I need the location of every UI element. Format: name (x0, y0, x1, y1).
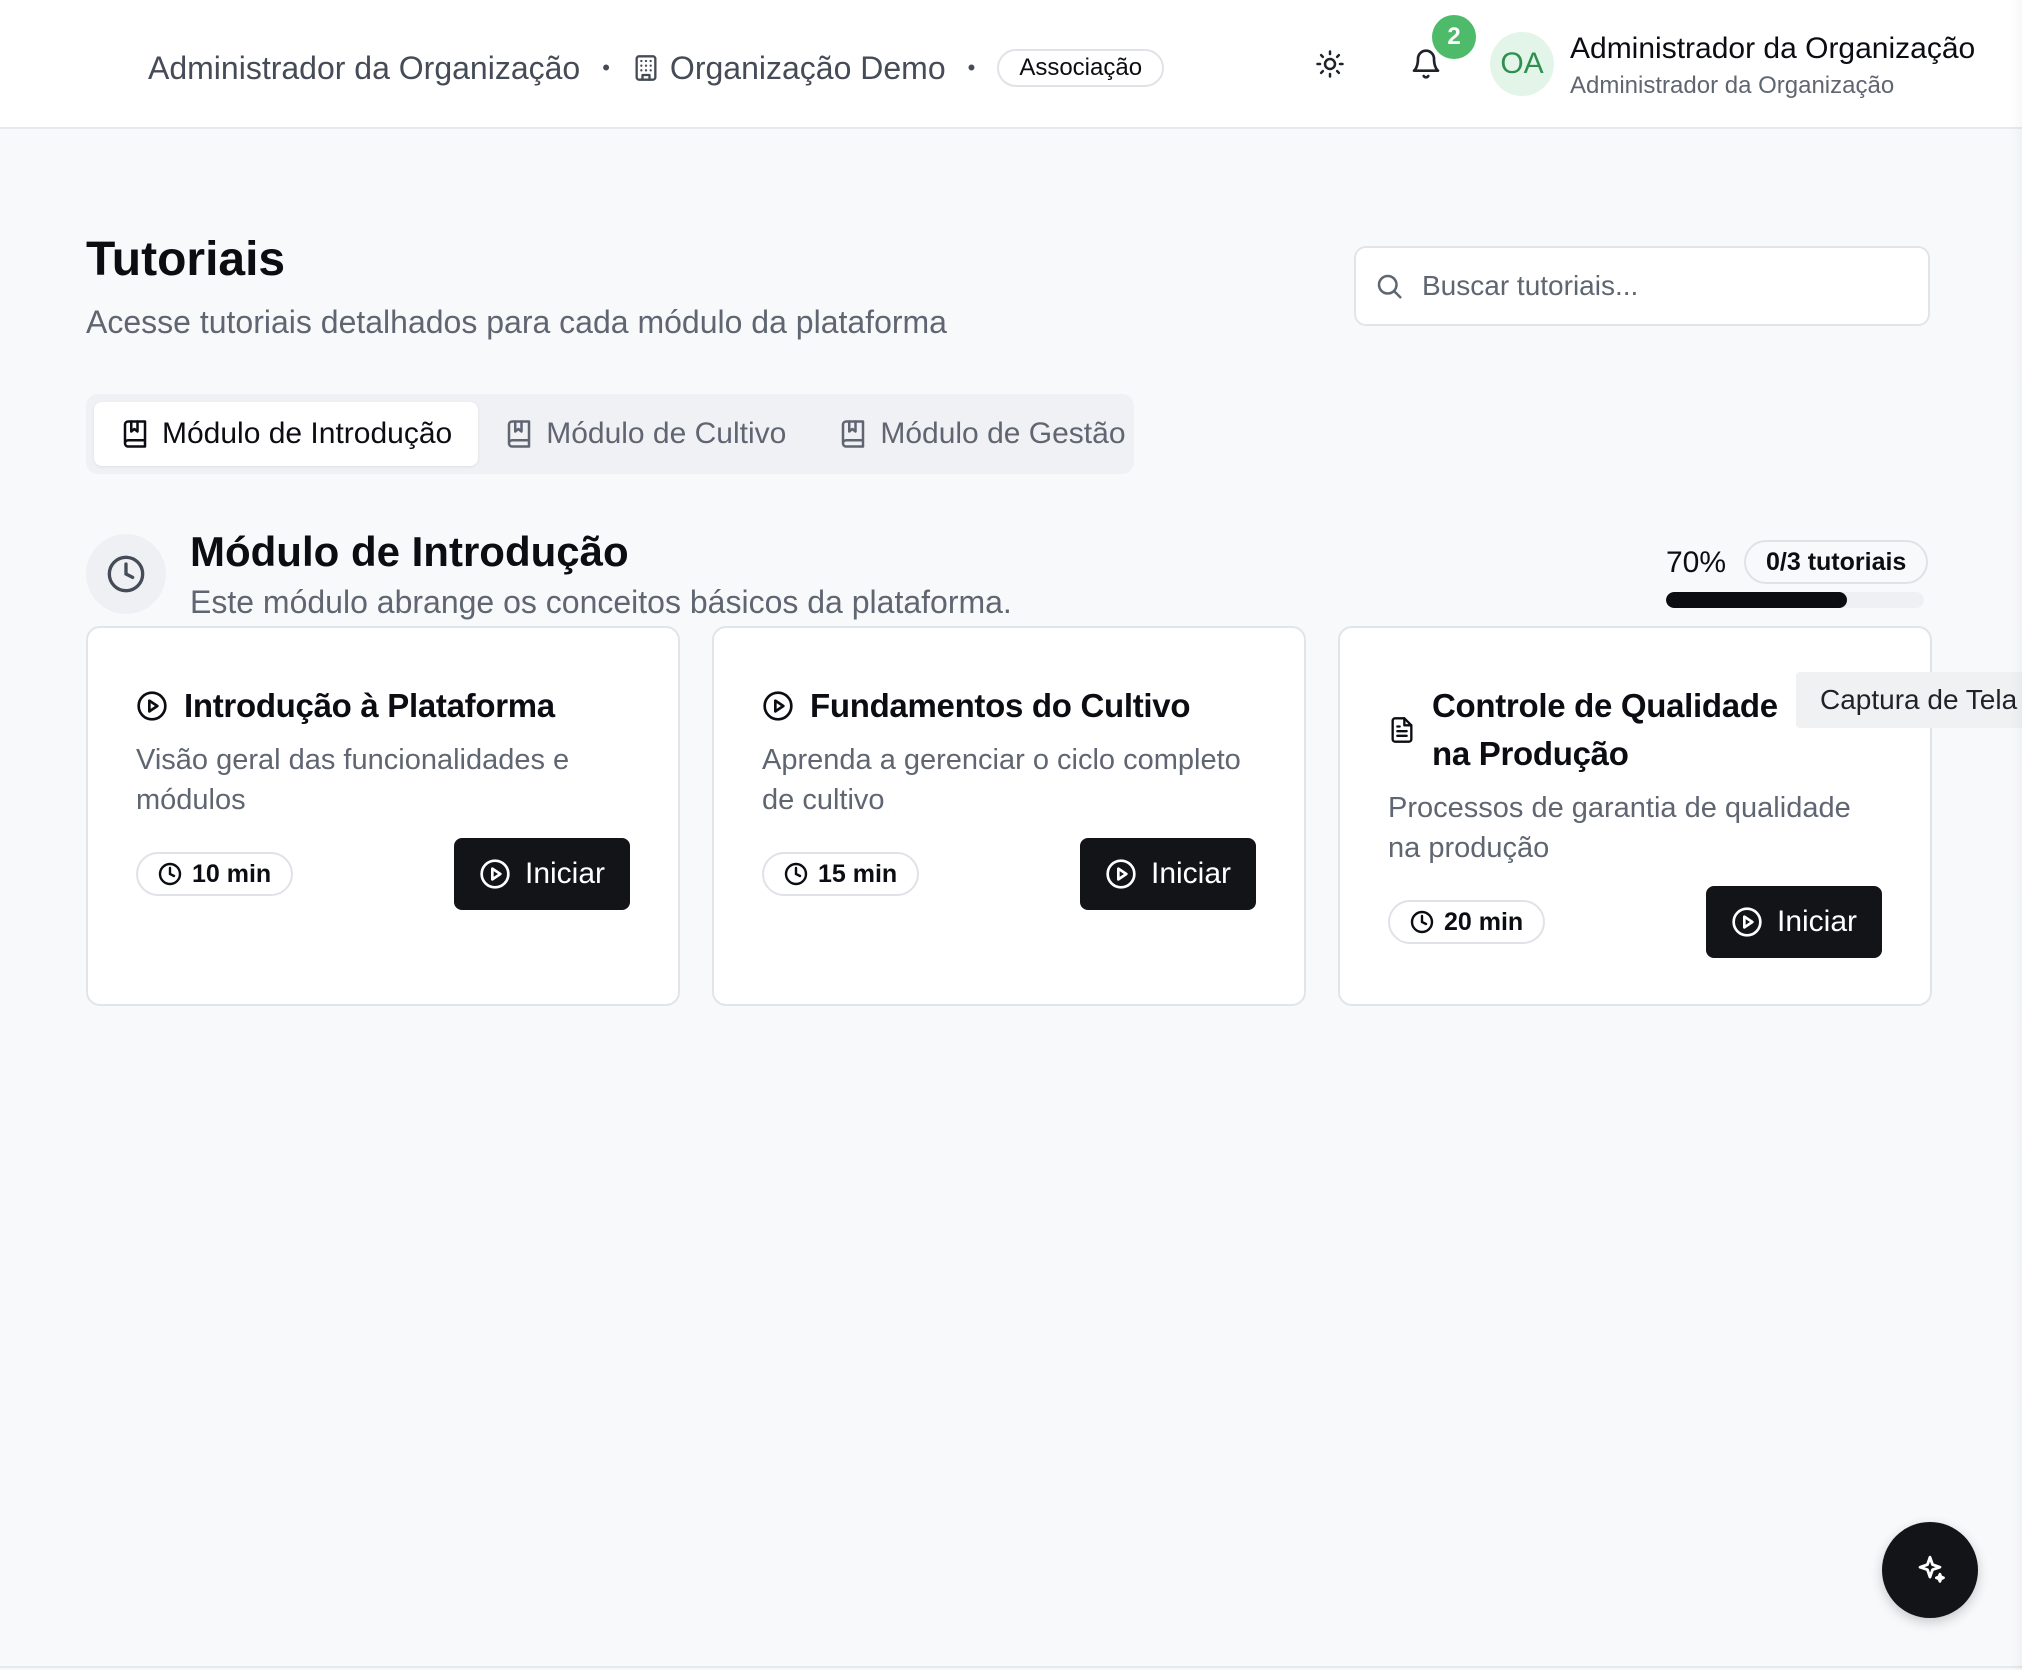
play-circle-icon (479, 858, 511, 890)
search-box[interactable] (1354, 246, 1930, 326)
play-circle-icon (1105, 858, 1137, 890)
search-icon (1374, 271, 1404, 301)
book-icon (504, 419, 534, 449)
start-button[interactable]: Iniciar (1706, 886, 1882, 958)
card-description: Aprenda a gerenciar o ciclo completo de … (762, 744, 1241, 816)
clock-icon (106, 554, 146, 594)
tab-label: Módulo de Gestão (880, 417, 1126, 450)
document-icon (1388, 716, 1416, 744)
progress-bar-fill (1666, 592, 1847, 608)
start-button-label: Iniciar (1776, 905, 1858, 938)
breadcrumb-role: Administrador da Organização (148, 49, 581, 86)
book-icon (120, 419, 150, 449)
duration-badge: 15 min (762, 852, 920, 896)
breadcrumb-separator: • (602, 55, 610, 80)
theme-toggle-button[interactable] (1302, 36, 1358, 92)
card-header: Introdução à Plataforma (136, 682, 555, 730)
clock-icon (158, 862, 182, 886)
page-subtitle: Acesse tutoriais detalhados para cada mó… (86, 304, 947, 340)
tab-gestao[interactable]: Módulo de Gestão (812, 402, 1151, 466)
tab-cultivo[interactable]: Módulo de Cultivo (478, 402, 812, 466)
organization-link[interactable]: Organização Demo (632, 50, 946, 87)
tab-label: Módulo de Cultivo (546, 417, 787, 450)
page-title: Tutoriais (86, 233, 286, 286)
card-title: Introdução à Plataforma (184, 687, 555, 724)
tab-label: Módulo de Introdução (162, 417, 453, 450)
user-role: Administrador da Organização (1570, 72, 1895, 99)
tutorial-card[interactable]: Introdução à Plataforma Visão geral das … (86, 626, 680, 1006)
progress-percent: 70% (1666, 546, 1727, 579)
start-button-label: Iniciar (1150, 857, 1232, 890)
avatar[interactable]: OA (1490, 32, 1554, 96)
play-circle-icon (762, 690, 794, 722)
start-button[interactable]: Iniciar (1080, 838, 1256, 910)
screenshot-tooltip: Captura de Tela (1796, 672, 2022, 728)
card-description: Visão geral das funcionalidades e módulo… (136, 744, 570, 816)
tutorial-card[interactable]: Fundamentos do Cultivo Aprenda a gerenci… (712, 626, 1306, 1006)
building-icon (632, 54, 660, 82)
clock-icon (1410, 910, 1434, 934)
start-button[interactable]: Iniciar (454, 838, 630, 910)
book-icon (838, 419, 868, 449)
card-header: Fundamentos do Cultivo (762, 682, 1191, 730)
organization-name: Organização Demo (669, 49, 946, 86)
breadcrumb-separator: • (967, 55, 976, 80)
duration-text: 20 min (1444, 907, 1524, 936)
bell-icon (1410, 48, 1442, 80)
tutorial-count-badge: 0/3 tutoriais (1744, 540, 1929, 584)
search-input[interactable] (1422, 270, 1902, 302)
duration-text: 15 min (818, 859, 898, 888)
scrollbar-track (2010, 0, 2022, 1670)
sparkles-icon (1913, 1553, 1947, 1587)
ai-assistant-button[interactable] (1882, 1522, 1978, 1618)
association-badge: Associação (997, 49, 1165, 87)
start-button-label: Iniciar (524, 857, 606, 890)
breadcrumb: Administrador da Organização • Organizaç… (148, 46, 1165, 90)
module-icon (86, 534, 166, 614)
top-header: Administrador da Organização • Organizaç… (0, 0, 2022, 129)
sun-icon (1315, 49, 1345, 79)
duration-text: 10 min (192, 859, 272, 888)
module-tabs: Módulo de Introdução Módulo de Cultivo M… (86, 394, 1134, 474)
card-title: Controle de Qualidade na Produção (1432, 687, 1778, 772)
module-title: Módulo de Introdução (190, 528, 629, 575)
card-header: Controle de Qualidade na Produção (1388, 682, 1812, 778)
card-description: Processos de garantia de qualidade na pr… (1388, 792, 1851, 864)
notification-count-badge: 2 (1432, 15, 1476, 59)
progress-bar (1666, 592, 1924, 608)
duration-badge: 20 min (1388, 900, 1546, 944)
user-name[interactable]: Administrador da Organização (1570, 32, 1975, 66)
play-circle-icon (136, 690, 168, 722)
bottom-divider (0, 1666, 2022, 1668)
duration-badge: 10 min (136, 852, 294, 896)
module-description: Este módulo abrange os conceitos básicos… (190, 584, 1012, 620)
play-circle-icon (1731, 906, 1763, 938)
card-title: Fundamentos do Cultivo (810, 687, 1191, 724)
clock-icon (784, 862, 808, 886)
tab-introducao[interactable]: Módulo de Introdução (94, 402, 479, 466)
